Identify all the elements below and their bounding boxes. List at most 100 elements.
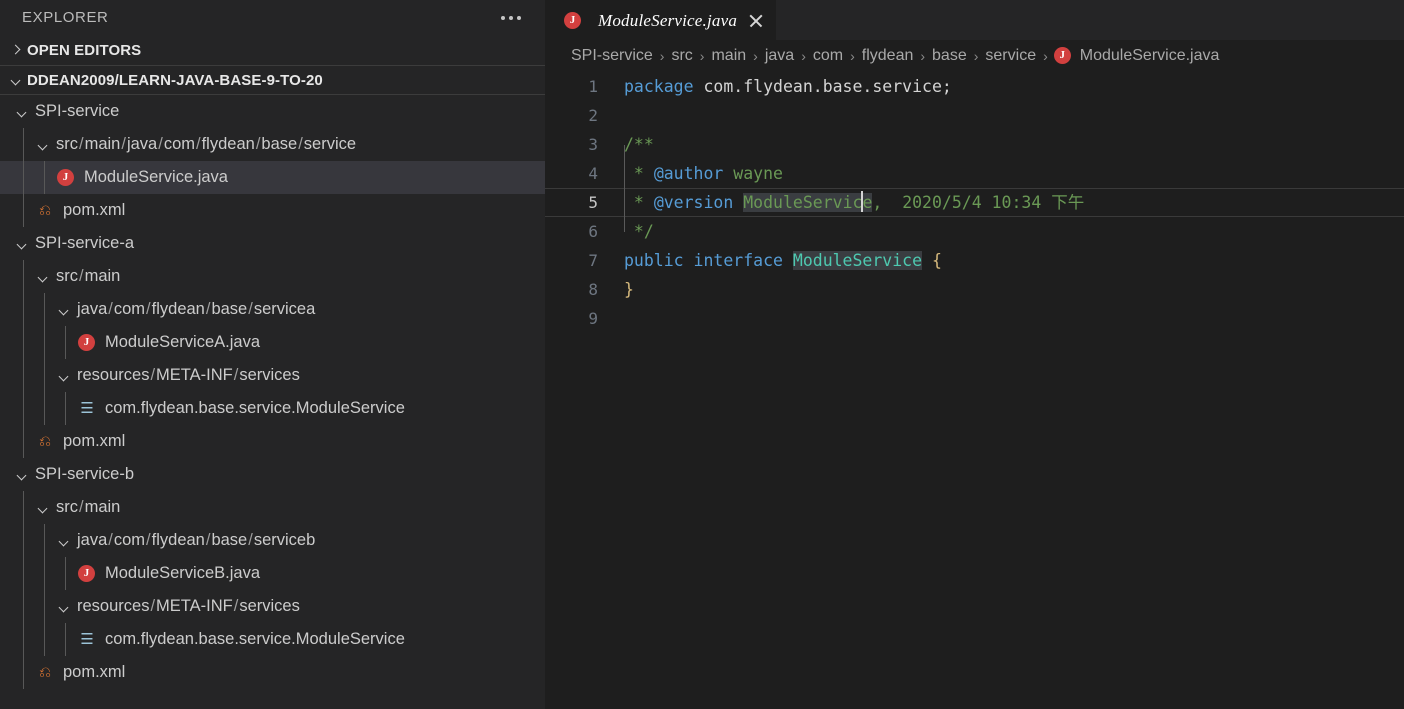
breadcrumb-item[interactable]: SPI-service <box>569 47 655 65</box>
code-line: 2 <box>545 101 1404 130</box>
tree-item[interactable]: src/main/java/com/flydean/base/service <box>0 128 545 161</box>
chevron-right-icon: › <box>699 48 705 64</box>
code-text: package com.flydean.base.service; <box>624 72 952 101</box>
tree-item-label: resources/META-INF/services <box>75 366 300 385</box>
token-keyword: public <box>624 251 684 270</box>
token-keyword: interface <box>693 251 783 270</box>
tree-item[interactable]: ModuleServiceB.java <box>0 557 545 590</box>
chevron-down-icon[interactable] <box>14 467 30 483</box>
indent-guide <box>44 623 45 656</box>
indent-guide <box>23 557 24 590</box>
tree-item[interactable]: ModuleService.java <box>0 161 545 194</box>
indent-guide <box>624 174 625 203</box>
tree-item[interactable]: SPI-service <box>0 95 545 128</box>
indent-guide <box>65 623 66 656</box>
tree-item[interactable]: ☰ com.flydean.base.service.ModuleService <box>0 623 545 656</box>
path-separator: / <box>298 135 303 153</box>
text-cursor <box>861 191 864 212</box>
indent-guide <box>44 161 45 194</box>
chevron-down-icon[interactable] <box>35 269 51 285</box>
token-comment: * <box>624 193 654 212</box>
indent-guide <box>23 128 24 161</box>
indent-guide <box>624 145 625 174</box>
tree-item[interactable]: resources/META-INF/services <box>0 590 545 623</box>
chevron-down-icon[interactable] <box>14 104 30 120</box>
indent-guide <box>44 392 45 425</box>
tree-item-label: java/com/flydean/base/serviceb <box>75 531 315 550</box>
path-separator: / <box>108 531 113 549</box>
breadcrumb-item[interactable]: src <box>669 47 694 65</box>
indent-guide <box>23 425 24 458</box>
code-editor[interactable]: 1 package com.flydean.base.service; 2 3 … <box>545 72 1404 333</box>
tree-item[interactable]: ⎌ pom.xml <box>0 425 545 458</box>
breadcrumb-item[interactable]: com <box>811 47 845 65</box>
code-line: 1 package com.flydean.base.service; <box>545 72 1404 101</box>
tree-item[interactable]: ⎌ pom.xml <box>0 656 545 689</box>
path-segment: com <box>113 300 146 318</box>
tree-indent <box>0 260 35 293</box>
ellipsis-icon[interactable] <box>501 15 531 20</box>
path-segment: java <box>126 135 158 153</box>
chevron-down-icon[interactable] <box>14 236 30 252</box>
chevron-down-icon[interactable] <box>56 302 72 318</box>
tree-item-label: src/main <box>54 498 120 517</box>
tree-item[interactable]: SPI-service-a <box>0 227 545 260</box>
path-segment: main <box>84 498 121 516</box>
path-segment: base <box>211 300 248 318</box>
tree-item[interactable]: java/com/flydean/base/serviceb <box>0 524 545 557</box>
path-segment: resources <box>77 597 150 615</box>
chevron-down-icon[interactable] <box>56 368 72 384</box>
token-brace: { <box>931 251 942 270</box>
chevron-down-icon[interactable] <box>56 599 72 615</box>
path-separator: / <box>146 300 151 318</box>
path-segment: META-INF <box>156 597 233 615</box>
tree-item-label: pom.xml <box>63 201 126 219</box>
close-icon[interactable] <box>746 11 766 31</box>
chevron-down-icon[interactable] <box>35 500 51 516</box>
tree-item[interactable]: ☰ com.flydean.base.service.ModuleService <box>0 392 545 425</box>
breadcrumb-item[interactable]: base <box>930 47 969 65</box>
code-line: 7 public interface ModuleService { <box>545 246 1404 275</box>
chevron-down-icon[interactable] <box>56 533 72 549</box>
sidebar-section-workspace[interactable]: DDEAN2009/LEARN-JAVA-BASE-9-TO-20 <box>0 65 545 95</box>
chevron-right-icon <box>8 42 24 58</box>
editor-tab-moduleservice[interactable]: ModuleService.java <box>545 0 777 40</box>
breadcrumb-item[interactable]: main <box>709 47 748 65</box>
java-icon <box>77 564 97 584</box>
chevron-right-icon: › <box>1043 48 1048 64</box>
path-segment: serviceb <box>253 531 316 549</box>
tree-item[interactable]: resources/META-INF/services <box>0 359 545 392</box>
tree-item[interactable]: src/main <box>0 491 545 524</box>
tree-item[interactable]: SPI-service-b <box>0 458 545 491</box>
indent-guide <box>44 326 45 359</box>
tree-item[interactable]: ⎌ pom.xml <box>0 194 545 227</box>
tree-item[interactable]: ModuleServiceA.java <box>0 326 545 359</box>
breadcrumb-item[interactable]: flydean <box>860 47 916 65</box>
breadcrumb-file[interactable]: ModuleService.java <box>1053 46 1219 66</box>
indent-guide <box>44 557 45 590</box>
line-number: 9 <box>588 309 598 328</box>
line-number: 4 <box>588 164 598 183</box>
path-separator: / <box>248 300 253 318</box>
tree-item-label: src/main <box>54 267 120 286</box>
token-comment: * <box>624 164 654 183</box>
tree-item[interactable]: src/main <box>0 260 545 293</box>
indent-guide <box>23 623 24 656</box>
sidebar-section-open-editors[interactable]: OPEN EDITORS <box>0 35 545 65</box>
path-segment: src <box>56 498 78 516</box>
tree-item[interactable]: java/com/flydean/base/servicea <box>0 293 545 326</box>
chevron-right-icon: › <box>973 48 979 64</box>
breadcrumb: SPI-service › src › main › java › com › flydean › ba… <box>545 40 1404 72</box>
breadcrumb-item[interactable]: service <box>983 47 1038 65</box>
path-segment: java <box>77 300 108 318</box>
xml-icon: ⎌ <box>38 663 51 681</box>
breadcrumb-item[interactable]: java <box>763 47 796 65</box>
indent-guide <box>23 590 24 623</box>
java-icon <box>77 333 97 353</box>
text-file-icon: ☰ <box>80 630 94 648</box>
explorer-sidebar: EXPLORER OPEN EDITORS DDEAN2009/LEARN-JA… <box>0 0 545 709</box>
chevron-down-icon[interactable] <box>35 137 51 153</box>
indent-guide <box>44 590 45 623</box>
